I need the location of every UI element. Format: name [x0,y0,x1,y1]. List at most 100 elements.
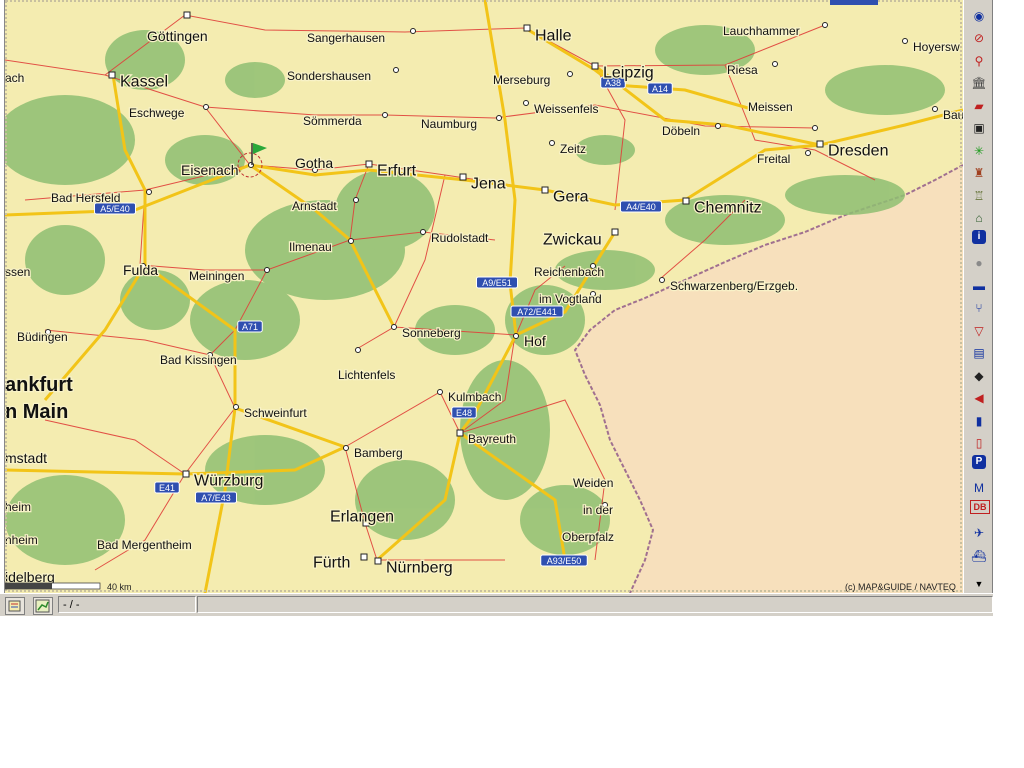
city-label[interactable]: Halle [534,26,573,46]
city-label[interactable]: Sonneberg [401,325,462,342]
eye-icon[interactable]: ◉ [968,5,990,26]
city-label[interactable]: Hoyersw [912,39,962,56]
city-label[interactable]: Schweinfurt [243,405,309,422]
city-label[interactable]: Hof [523,332,547,351]
airplane-icon[interactable]: ✈ [968,523,990,544]
car-icon[interactable]: ▰ [968,95,990,116]
city-label[interactable]: Sömmerda [302,113,364,130]
city-label[interactable]: n Main [5,400,70,425]
city-label[interactable]: ssen [5,264,32,281]
city-label[interactable]: Göttingen [146,27,209,46]
city-label[interactable]: Oberpfalz [561,529,616,546]
legend-button[interactable] [5,597,25,615]
city-label[interactable]: mstadt [5,449,48,468]
city-label[interactable]: Kassel [119,72,170,92]
city-label[interactable]: Arnstadt [291,198,339,215]
gas-pump-icon[interactable]: ▮ [968,410,990,431]
metro-icon[interactable]: M [968,478,990,499]
city-label[interactable]: im Vogtland [538,291,603,308]
map-canvas[interactable]: A38A14A5/E40 A4/E40A9/E51A71A72/E441E48E4… [5,0,963,593]
city-label[interactable]: heim [5,499,32,516]
ball-icon[interactable]: ● [968,253,990,274]
fortress-icon[interactable]: ♖ [968,185,990,206]
city-label[interactable]: nheim [5,532,39,549]
city-label[interactable]: Naumburg [420,116,479,133]
city-label[interactable]: Erlangen [329,507,396,527]
city-marker [410,28,416,34]
city-label[interactable]: Döbeln [661,123,702,140]
city-marker [360,553,368,561]
city-label[interactable]: Eisenach [180,161,240,180]
city-label[interactable]: Leipzig [602,63,655,83]
city-label[interactable]: Chemnitz [693,198,763,218]
cube-icon[interactable]: ◆ [968,365,990,386]
city-label[interactable]: Meissen [747,99,794,116]
city-label[interactable]: Kulmbach [447,389,503,406]
city-label[interactable]: ach [5,70,26,87]
city-label[interactable]: Reichenbach [533,264,606,281]
city-marker [391,324,397,330]
city-label[interactable]: Zeitz [559,141,588,158]
route-map-button[interactable] [33,597,53,615]
city-label[interactable]: Zwickau [542,230,603,250]
map-book-icon[interactable]: ▤ [968,343,990,364]
road-shield-label: A4/E40 [626,202,656,212]
map-view[interactable]: A38 A14 A5/E40 A4/E40 A9/E51 A71 A72/E441 E48 E4… [4,0,963,594]
city-label[interactable]: Bad Kissingen [159,352,238,369]
city-marker [541,186,549,194]
city-label[interactable]: in der [582,502,615,519]
pin-icon[interactable]: ⚲ [968,50,990,71]
road-shield-label: A14 [652,84,668,94]
db-rail-icon[interactable]: DB [970,500,990,514]
city-label[interactable]: ankfurt [5,373,74,398]
city-marker [393,67,399,73]
city-label[interactable]: Riesa [726,62,760,79]
city-label[interactable]: Würzburg [193,471,265,491]
city-label[interactable]: Eschwege [128,105,186,122]
city-label[interactable]: Sangerhausen [306,30,387,47]
house-tree-icon[interactable]: ⌂ [968,208,990,229]
city-label[interactable]: Merseburg [492,72,552,89]
cocktail-icon[interactable]: ▽ [968,320,990,341]
city-label[interactable]: Fürth [312,553,352,573]
city-label[interactable]: Bayreuth [467,431,518,448]
eye-crossed-icon[interactable]: ⊘ [968,28,990,49]
fuel-icon[interactable]: ▯ [968,433,990,454]
status-field [197,596,993,613]
city-label[interactable]: Bad Mergentheim [96,537,193,554]
city-label[interactable]: Gotha [294,154,335,173]
city-label[interactable]: Büdingen [16,329,69,346]
city-label[interactable]: Freital [756,151,792,168]
info-icon[interactable]: i [972,230,986,244]
city-label[interactable]: Weissenfels [533,101,600,118]
city-label[interactable]: Jena [470,174,507,194]
bed-icon[interactable]: ▬ [968,275,990,296]
city-label[interactable]: Dresden [827,141,890,161]
city-label[interactable]: Meiningen [188,268,246,285]
museum-icon[interactable]: 🏛 [968,73,990,94]
city-marker [659,277,665,283]
castle-icon[interactable]: ♜ [968,163,990,184]
city-label[interactable]: Bad Hersfeld [50,190,122,207]
sign-icon[interactable]: ◀ [968,388,990,409]
city-label[interactable]: Nürnberg [385,558,454,578]
city-marker [682,197,690,205]
city-label[interactable]: Erfurt [376,161,418,181]
city-label[interactable]: Lichtenfels [337,367,397,384]
city-label[interactable]: Rudolstadt [430,230,491,247]
fork-knife-icon[interactable]: ⑂ [968,298,990,319]
camera-icon[interactable]: ▣ [968,118,990,139]
city-label[interactable]: Gera [552,187,590,207]
scroll-down-button[interactable]: ▼ [968,574,990,595]
city-label[interactable]: Lauchhammer [722,23,801,40]
parking-icon[interactable]: P [972,455,986,469]
city-label[interactable]: Fulda [122,261,160,280]
ship-icon[interactable]: ⛴ [968,545,990,566]
city-label[interactable]: Schwarzenberg/Erzgeb. [669,278,800,295]
city-label[interactable]: idelberg [5,568,56,587]
city-label[interactable]: Bamberg [353,445,404,462]
city-label[interactable]: Sondershausen [286,68,373,85]
star-burst-icon[interactable]: ✳ [968,140,990,161]
city-label[interactable]: Ilmenau [288,239,333,256]
city-label[interactable]: Weiden [572,475,615,492]
